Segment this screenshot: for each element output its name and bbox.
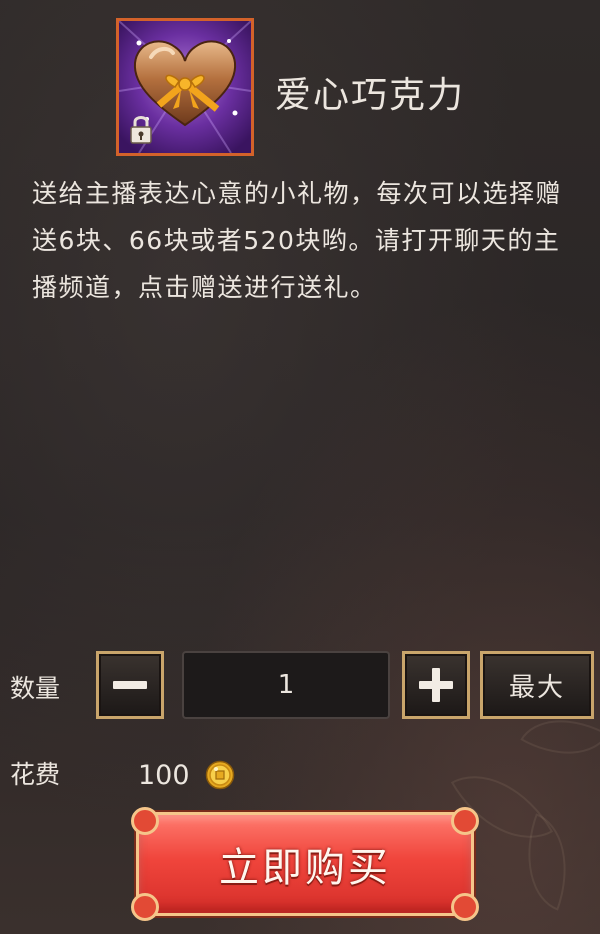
cost-value: 100 <box>138 760 190 791</box>
heart-chocolate-locked-icon <box>119 21 251 153</box>
item-purchase-panel: 爱心巧克力 送给主播表达心意的小礼物，每次可以选择赠送6块、66块或者520块哟… <box>0 0 600 934</box>
button-corner-ornament <box>451 807 479 835</box>
item-name: 爱心巧克力 <box>275 75 466 116</box>
quantity-input[interactable] <box>182 651 390 719</box>
buy-now-label: 立即购买 <box>219 845 391 891</box>
button-corner-ornament <box>131 893 159 921</box>
cost-label: 花费 <box>10 760 61 789</box>
decrease-quantity-button[interactable] <box>96 651 164 719</box>
gold-coin-icon <box>205 760 235 790</box>
buy-now-button[interactable]: 立即购买 <box>131 807 479 921</box>
increase-quantity-button[interactable] <box>402 651 470 719</box>
minus-icon <box>113 681 147 689</box>
button-corner-ornament <box>451 893 479 921</box>
item-description: 送给主播表达心意的小礼物，每次可以选择赠送6块、66块或者520块哟。请打开聊天… <box>32 179 563 302</box>
quantity-label: 数量 <box>10 674 61 703</box>
item-icon <box>116 18 254 156</box>
button-corner-ornament <box>131 807 159 835</box>
max-quantity-button[interactable]: 最大 <box>480 651 594 719</box>
plus-icon <box>419 668 453 702</box>
